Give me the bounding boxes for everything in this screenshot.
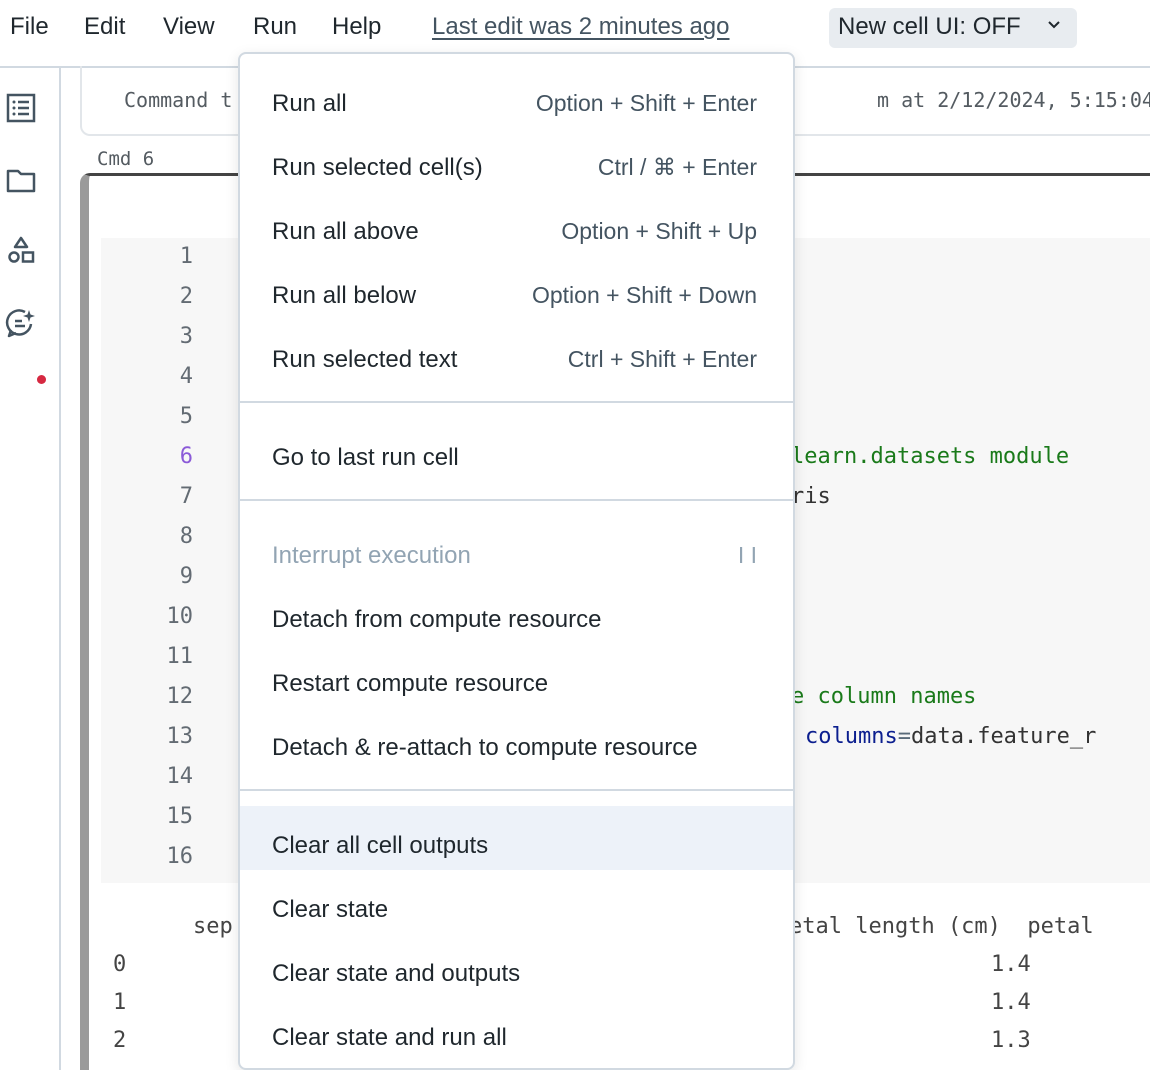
menu-divider: [240, 499, 793, 501]
menu-item-run-all-above[interactable]: Run all above Option + Shift + Up: [240, 192, 793, 256]
command-timestamp: m at 2/12/2024, 5:15:04 AM: [877, 88, 1150, 112]
menu-item-label: Run all above: [272, 218, 419, 245]
line-number: 12: [166, 684, 194, 709]
run-menu-dropdown: Run all Option + Shift + Enter Run selecte…: [238, 52, 795, 1070]
menu-item-label: Detach & re-attach to compute resource: [272, 734, 698, 761]
menu-item-label: Interrupt execution: [272, 542, 471, 569]
line-number: 3: [179, 324, 193, 349]
folder-icon[interactable]: [5, 164, 37, 196]
line-number: 9: [179, 564, 193, 589]
output-row-index: 2: [113, 1028, 127, 1053]
menu-item-run-selected-cell-s[interactable]: Run selected cell(s) Ctrl / ⌘ + Enter: [240, 128, 793, 192]
line-number: 13: [166, 724, 194, 749]
menu-item-shortcut: Option + Shift + Enter: [535, 90, 757, 116]
new-cell-ui-label: New cell UI: OFF: [838, 13, 1021, 40]
output-row-value: 1.4: [991, 990, 1031, 1015]
menu-item-detach-re-attach-to-compute-resource[interactable]: Detach & re-attach to compute resource: [240, 708, 793, 772]
code-keyword: columns: [805, 724, 898, 749]
menu-item-label: Clear all cell outputs: [272, 832, 489, 859]
table-of-contents-icon[interactable]: [5, 92, 37, 124]
menu-item-shortcut: Option + Shift + Up: [561, 218, 757, 244]
line-number: 7: [179, 484, 193, 509]
new-cell-ui-toggle[interactable]: New cell UI: OFF: [829, 8, 1077, 48]
line-number: 16: [166, 844, 194, 869]
menu-item-interrupt-execution: Interrupt execution I I: [240, 516, 793, 580]
menu-item-label: Run all below: [272, 282, 417, 309]
menu-item-label: Clear state and outputs: [272, 960, 521, 987]
menu-divider: [240, 401, 793, 403]
menu-item-run-all[interactable]: Run all Option + Shift + Enter: [240, 64, 793, 128]
menu-item-clear-state[interactable]: Clear state: [240, 870, 793, 934]
last-edit-link[interactable]: Last edit was 2 minutes ago: [432, 13, 730, 41]
menu-item-run-all-below[interactable]: Run all below Option + Shift + Down: [240, 256, 793, 320]
code-text: columns=data.feature_r: [805, 724, 1096, 749]
output-row-index: 1: [113, 990, 127, 1015]
menu-item-clear-state-and-run-all[interactable]: Clear state and run all: [240, 998, 793, 1062]
line-number: 6: [179, 444, 193, 469]
menu-item-shortcut: Option + Shift + Down: [531, 282, 757, 308]
line-number: 8: [179, 524, 193, 549]
menu-item-shortcut: Ctrl / ⌘ + Enter: [597, 154, 757, 180]
line-number: 1: [179, 244, 193, 269]
line-number: 11: [166, 644, 194, 669]
menu-divider: [240, 789, 793, 791]
output-row-index: 0: [113, 952, 127, 977]
menu-edit[interactable]: Edit: [84, 13, 125, 41]
menu-help[interactable]: Help: [332, 13, 381, 41]
left-sidebar: [0, 68, 61, 1070]
shapes-icon[interactable]: [5, 234, 37, 266]
output-header-right: etal length (cm) petal: [789, 914, 1094, 939]
line-number: 2: [179, 284, 193, 309]
line-number: 14: [166, 764, 194, 789]
line-number: 4: [179, 364, 193, 389]
code-comment: learn.datasets module: [791, 444, 1070, 469]
menu-item-label: Go to last run cell: [272, 444, 459, 471]
command-text: Command t: [124, 88, 233, 112]
menu-run[interactable]: Run: [253, 13, 297, 41]
cmd-label: Cmd 6: [97, 148, 155, 170]
output-row-value: 1.3: [991, 1028, 1031, 1053]
menu-item-clear-all-cell-outputs[interactable]: Clear all cell outputs: [240, 806, 793, 870]
menubar: File Edit View Run Help Last edit was 2 …: [0, 0, 1150, 60]
menu-item-label: Run selected cell(s): [272, 154, 483, 181]
menu-item-label: Clear state and run all: [272, 1024, 507, 1051]
menu-item-restart-compute-resource[interactable]: Restart compute resource: [240, 644, 793, 708]
output-row-value: 1.4: [991, 952, 1031, 977]
notification-dot: [37, 375, 46, 384]
menu-item-label: Run selected text: [272, 346, 458, 373]
menu-item-shortcut: Ctrl + Shift + Enter: [567, 346, 757, 372]
line-number: 5: [179, 404, 193, 429]
menu-item-label: Run all: [272, 90, 347, 117]
menu-item-label: Restart compute resource: [272, 670, 549, 697]
menu-item-detach-from-compute-resource[interactable]: Detach from compute resource: [240, 580, 793, 644]
menu-item-run-selected-text[interactable]: Run selected text Ctrl + Shift + Enter: [240, 320, 793, 384]
line-number: 10: [166, 604, 194, 629]
menu-item-label: Detach from compute resource: [272, 606, 602, 633]
menu-item-label: Clear state: [272, 896, 389, 923]
code-expression: data.feature_r: [910, 724, 1097, 749]
menu-item-clear-state-and-outputs[interactable]: Clear state and outputs: [240, 934, 793, 998]
code-comment: e column names: [791, 684, 977, 709]
line-number: 15: [166, 804, 194, 829]
assistant-chat-icon[interactable]: [5, 306, 37, 338]
code-text: ris: [791, 484, 831, 509]
menu-file[interactable]: File: [10, 13, 49, 41]
chevron-down-icon: [1048, 21, 1060, 29]
menu-view[interactable]: View: [163, 13, 215, 41]
menu-item-shortcut: I I: [737, 542, 757, 568]
output-header-left: sep: [193, 914, 233, 939]
code-operator: =: [897, 724, 911, 749]
menu-item-go-to-last-run-cell[interactable]: Go to last run cell: [240, 418, 793, 482]
